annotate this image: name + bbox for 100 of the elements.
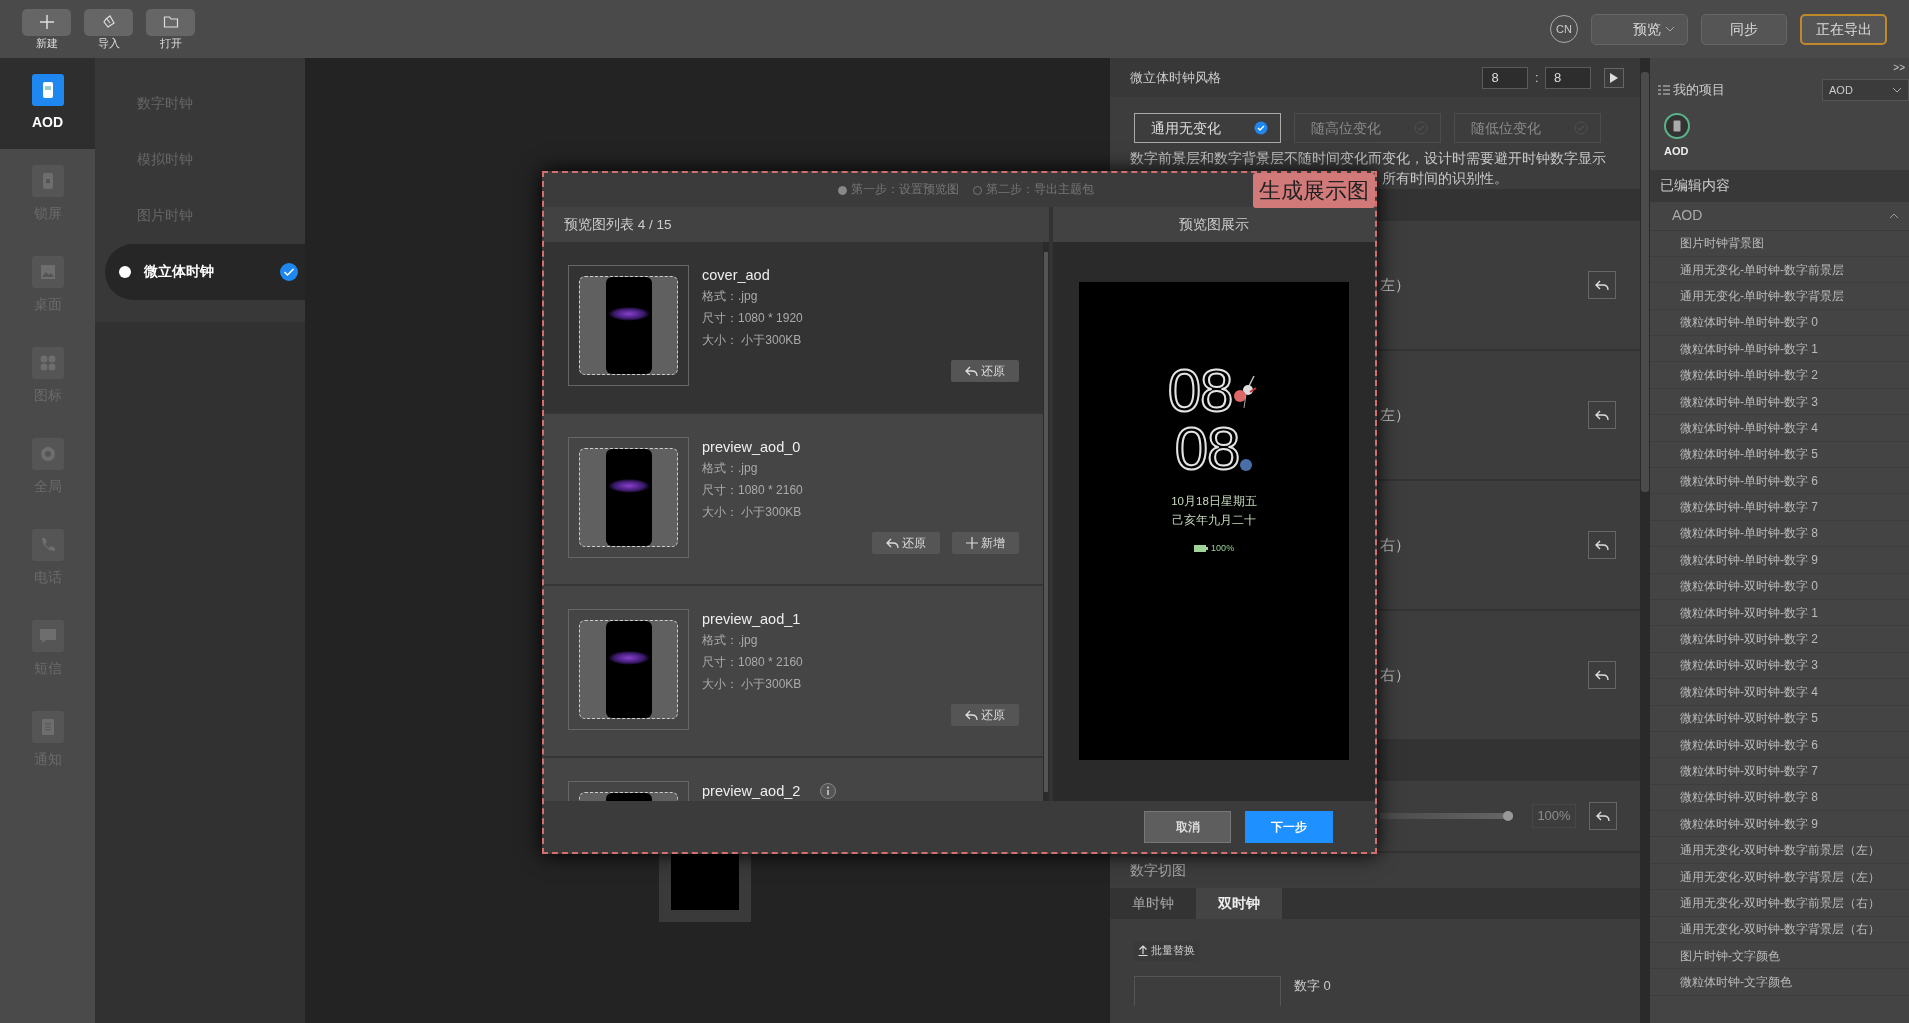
- play-button[interactable]: [1604, 67, 1624, 88]
- clock-type-item[interactable]: 微立体时钟: [105, 244, 305, 300]
- group-header[interactable]: AOD: [1650, 201, 1909, 231]
- lunar-date-text: 己亥年九月二十: [1172, 513, 1256, 529]
- list-item[interactable]: 通用无变化-双时钟-数字背景层（左）: [1650, 863, 1909, 891]
- bullet-icon: [119, 266, 131, 278]
- slider-track[interactable]: [1380, 811, 1513, 821]
- chat-icon: [37, 626, 58, 646]
- list-item[interactable]: 通用无变化-双时钟-数字前景层（左）: [1650, 837, 1909, 864]
- toolbar-button[interactable]: [22, 8, 71, 36]
- list-item[interactable]: 微粒体时钟-双时钟-数字 1: [1650, 599, 1909, 627]
- restore-button[interactable]: 还原: [951, 704, 1019, 727]
- chevron-up-icon: [1889, 212, 1899, 219]
- project-select[interactable]: AOD: [1822, 79, 1909, 101]
- list-item[interactable]: 通用无变化-双时钟-数字前景层（右）: [1650, 890, 1909, 917]
- play-icon: [1610, 72, 1618, 83]
- undo-button[interactable]: [1589, 802, 1617, 830]
- list-item[interactable]: 微粒体时钟-单时钟-数字 7: [1650, 494, 1909, 521]
- plus-icon: [966, 537, 978, 550]
- list-item[interactable]: 图片时钟-文字颜色: [1650, 943, 1909, 970]
- list-item[interactable]: 微粒体时钟-单时钟-数字 5: [1650, 441, 1909, 468]
- clock-digits: 08: [1167, 362, 1233, 421]
- sync-button[interactable]: 同步: [1701, 13, 1787, 45]
- list-item[interactable]: 微粒体时钟-单时钟-数字 4: [1650, 415, 1909, 442]
- tab[interactable]: 双时钟: [1196, 888, 1282, 919]
- style-option[interactable]: 通用无变化: [1134, 113, 1281, 143]
- file-name: preview_aod_2: [702, 782, 801, 802]
- list-item[interactable]: 通用无变化-单时钟-数字前景层: [1650, 256, 1909, 284]
- check-icon: [1254, 121, 1268, 135]
- list-item[interactable]: 微粒体时钟-双时钟-数字 7: [1650, 758, 1909, 785]
- undo-button[interactable]: [1588, 271, 1616, 299]
- preview-dropdown[interactable]: 预览: [1591, 13, 1688, 45]
- list-item[interactable]: 微粒体时钟-双时钟-数字 3: [1650, 652, 1909, 680]
- list-item[interactable]: 微粒体时钟-单时钟-数字 2: [1650, 362, 1909, 389]
- description-text: 数字前景层和数字背景层不随时间变化而变化，设计时需要避开时钟数字显示: [1129, 150, 1607, 168]
- file-name: preview_aod_1: [702, 610, 801, 630]
- list-item[interactable]: 微粒体时钟-双时钟-数字 5: [1650, 705, 1909, 732]
- slider-thumb[interactable]: [1503, 811, 1513, 821]
- file-detail: 格式：.jpg: [702, 460, 759, 478]
- digit-label: 数字 0: [1294, 976, 1331, 995]
- cancel-button[interactable]: 取消: [1144, 810, 1231, 843]
- expand-button[interactable]: >>: [1893, 60, 1905, 75]
- list-item[interactable]: 微粒体时钟-单时钟-数字 0: [1650, 309, 1909, 337]
- file-detail: 大小： 小于300KB: [702, 504, 803, 522]
- file-name: preview_aod_0: [702, 438, 801, 458]
- scrollbar-thumb[interactable]: [1641, 72, 1649, 492]
- undo-icon: [965, 709, 978, 721]
- undo-icon: [965, 365, 978, 377]
- nav-item[interactable]: AOD: [0, 58, 95, 149]
- undo-icon: [1594, 538, 1610, 552]
- folder-icon: [162, 14, 179, 30]
- list-item[interactable]: 微粒体时钟-双时钟-数字 9: [1650, 811, 1909, 838]
- info-icon[interactable]: [820, 783, 837, 800]
- file-detail: 格式：.jpg: [702, 632, 759, 650]
- layer-label: 左）: [1380, 274, 1410, 295]
- hour-field[interactable]: 8: [1482, 66, 1529, 89]
- list-item[interactable]: 微粒体时钟-单时钟-数字 3: [1650, 388, 1909, 416]
- list-icon: [1658, 85, 1670, 95]
- list-item[interactable]: 微粒体时钟-双时钟-数字 6: [1650, 731, 1909, 759]
- phone-icon: [1673, 120, 1681, 132]
- toolbar-label: 新建: [35, 35, 58, 50]
- list-item[interactable]: 微粒体时钟-单时钟-数字 8: [1650, 520, 1909, 548]
- time-separator: :: [1534, 68, 1539, 87]
- toolbar-button[interactable]: [84, 8, 133, 36]
- tab[interactable]: 单时钟: [1110, 888, 1196, 919]
- project-label: AOD: [1664, 144, 1689, 159]
- undo-button[interactable]: [1588, 531, 1616, 559]
- list-item[interactable]: 微粒体时钟-双时钟-数字 4: [1650, 679, 1909, 706]
- panel-title: 微立体时钟风格: [1130, 68, 1221, 87]
- toolbar-button[interactable]: [146, 8, 195, 36]
- annotation-label: 生成展示图: [1253, 173, 1375, 208]
- list-item[interactable]: 微粒体时钟-单时钟-数字 1: [1650, 336, 1909, 363]
- list-item[interactable]: 微粒体时钟-文字颜色: [1650, 969, 1909, 996]
- list-item[interactable]: 微粒体时钟-单时钟-数字 6: [1650, 468, 1909, 495]
- file-detail: 大小： 小于300KB: [702, 676, 803, 694]
- restore-button[interactable]: 还原: [951, 360, 1019, 383]
- caret-icon: [1892, 87, 1902, 93]
- minute-field[interactable]: 8: [1545, 66, 1591, 89]
- panel-title: 我的项目: [1673, 81, 1726, 100]
- restore-button[interactable]: 还原: [872, 532, 940, 555]
- list-item[interactable]: 通用无变化-单时钟-数字背景层: [1650, 283, 1909, 310]
- project-icon[interactable]: [1664, 113, 1690, 139]
- undo-icon: [1594, 408, 1610, 422]
- undo-icon: [1594, 278, 1610, 292]
- next-button[interactable]: 下一步: [1245, 810, 1333, 843]
- list-item[interactable]: 通用无变化-双时钟-数字背景层（右）: [1650, 916, 1909, 944]
- list-item[interactable]: 微粒体时钟-双时钟-数字 2: [1650, 626, 1909, 653]
- list-item[interactable]: 微粒体时钟-单时钟-数字 9: [1650, 547, 1909, 574]
- list-item[interactable]: 微粒体时钟-双时钟-数字 8: [1650, 784, 1909, 812]
- export-button[interactable]: 正在导出: [1800, 13, 1887, 45]
- undo-button[interactable]: [1588, 661, 1616, 689]
- battery-icon: [1193, 545, 1208, 553]
- plus-icon: [38, 14, 55, 30]
- undo-button[interactable]: [1588, 401, 1616, 429]
- list-item[interactable]: 图片时钟背景图: [1650, 230, 1909, 257]
- add-button[interactable]: 新增: [952, 532, 1019, 555]
- scrollbar-thumb[interactable]: [1044, 252, 1048, 793]
- opacity-field[interactable]: 100%: [1532, 804, 1576, 828]
- list-item[interactable]: 微粒体时钟-双时钟-数字 0: [1650, 573, 1909, 600]
- section-title: 已编辑内容: [1650, 169, 1909, 202]
